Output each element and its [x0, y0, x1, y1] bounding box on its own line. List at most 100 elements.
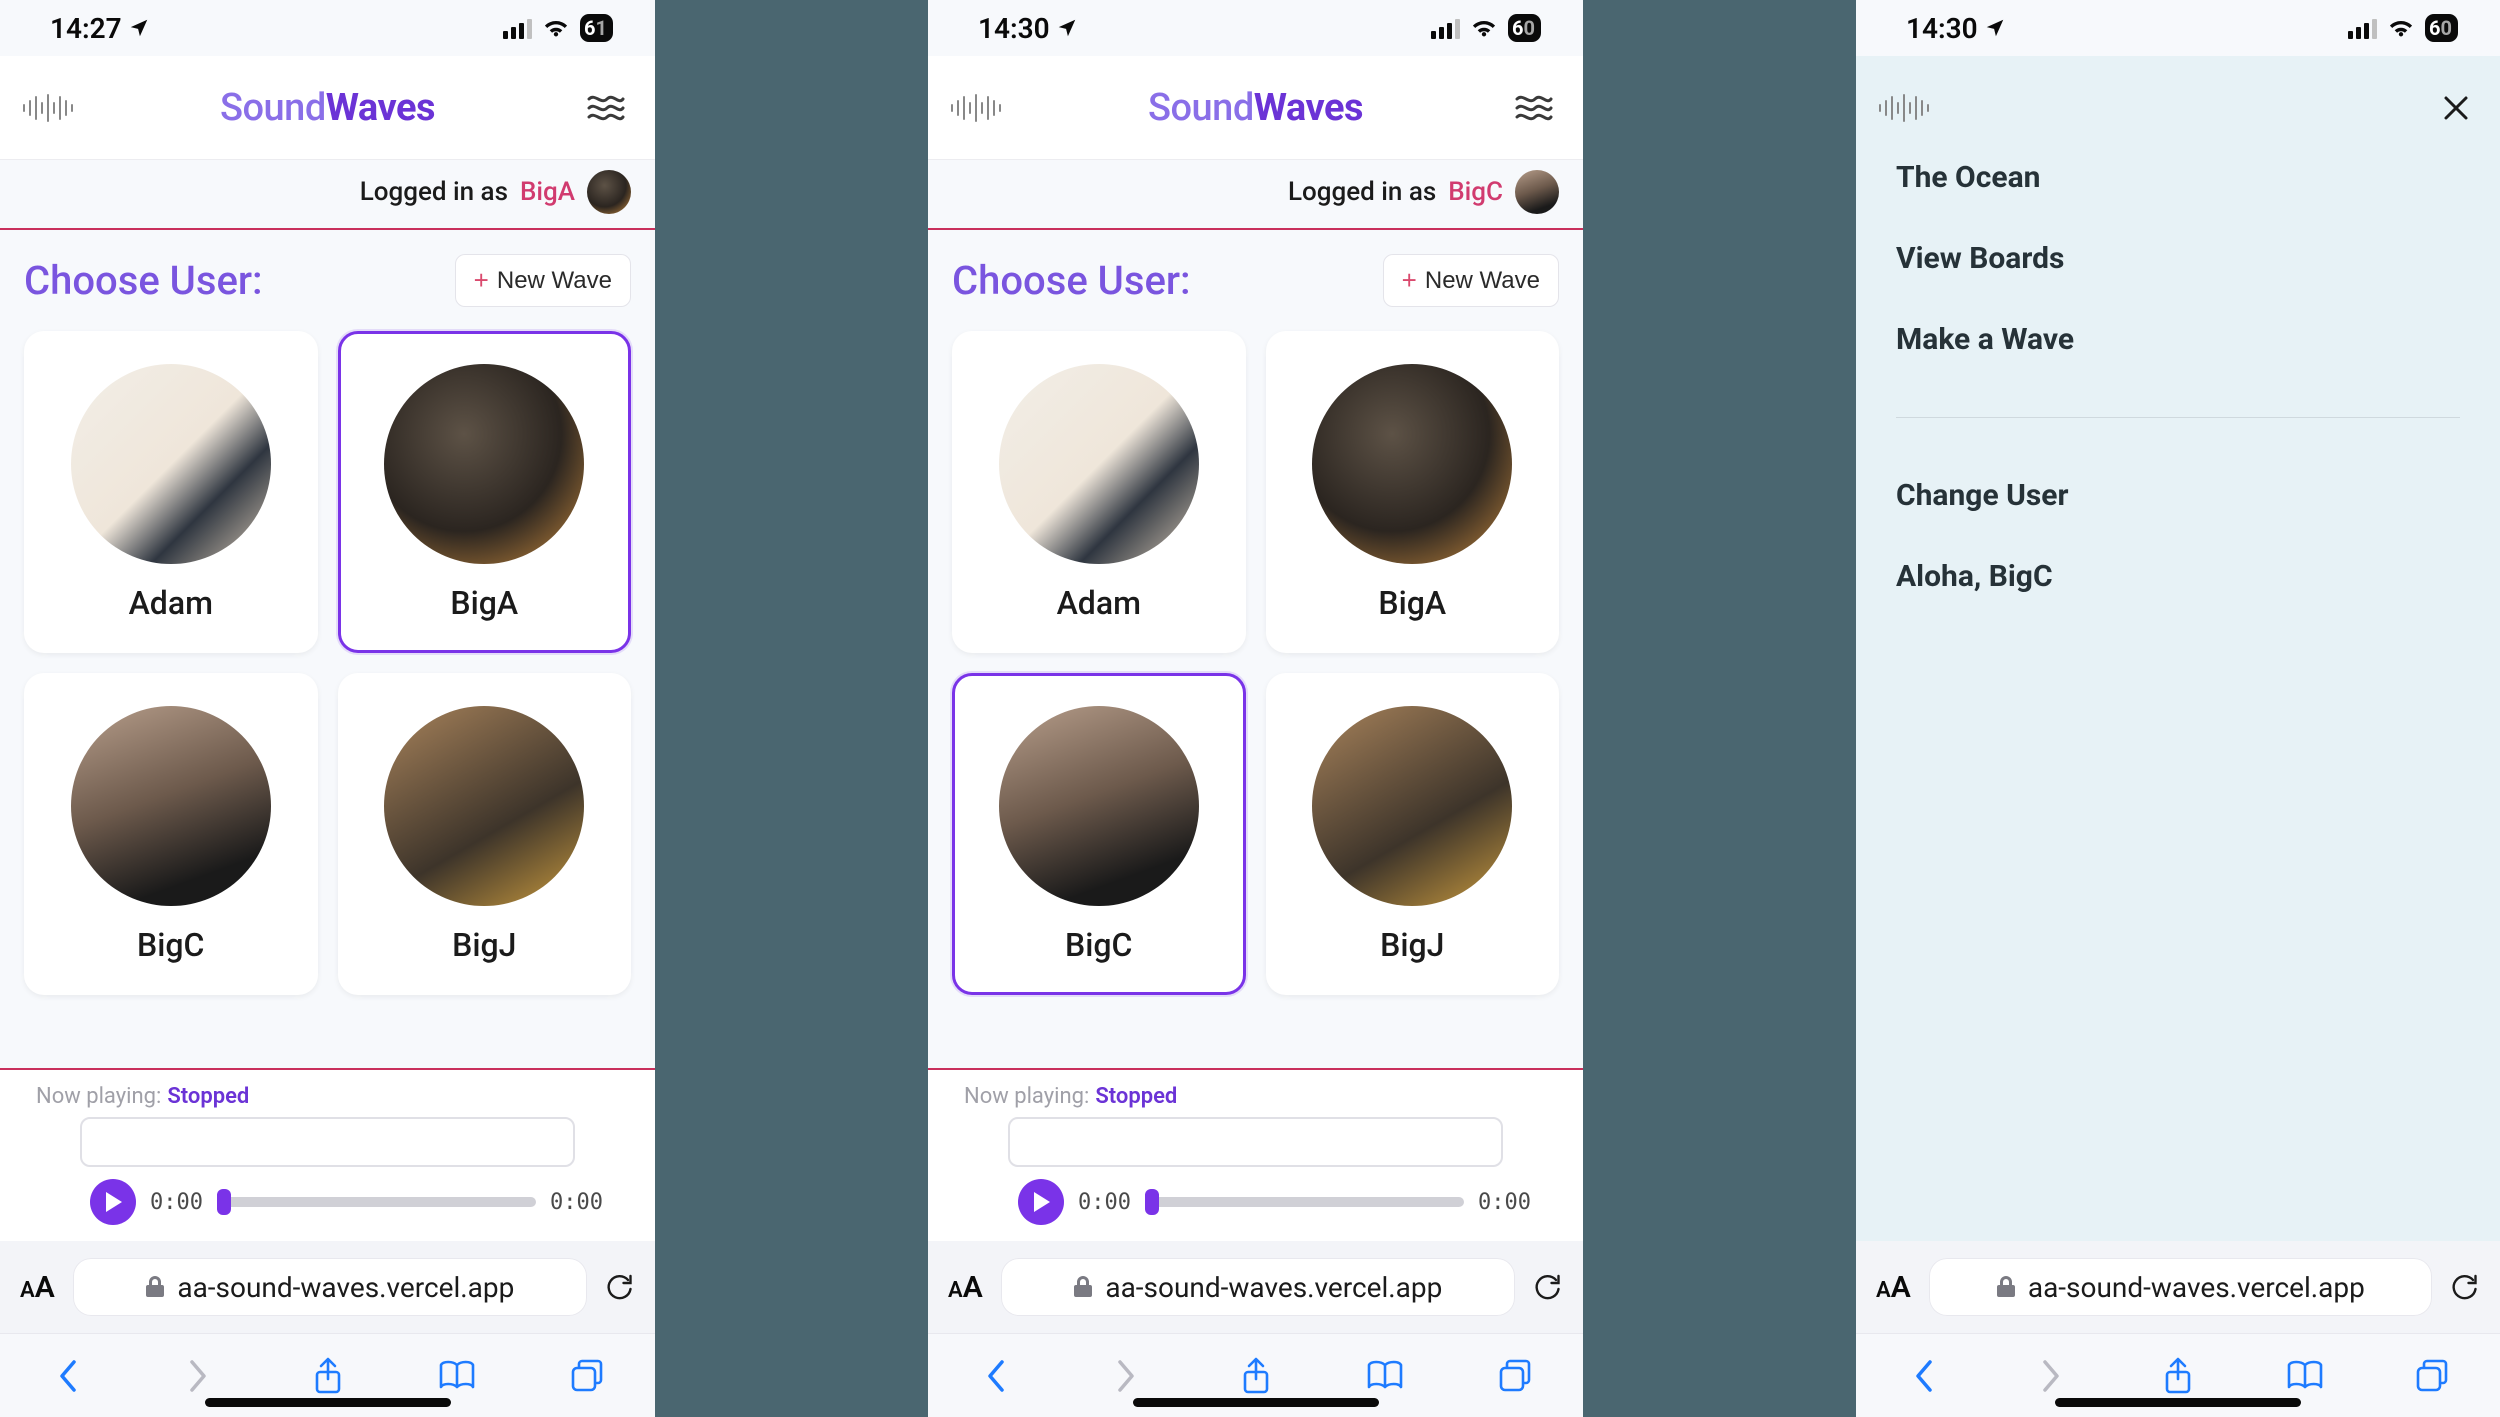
bookmarks-button[interactable]	[1363, 1354, 1407, 1398]
new-wave-button[interactable]: +New Wave	[1383, 254, 1559, 307]
tabs-button[interactable]	[2410, 1354, 2454, 1398]
back-button[interactable]	[46, 1354, 90, 1398]
avatar	[384, 364, 584, 564]
play-button[interactable]	[1018, 1179, 1064, 1225]
back-button[interactable]	[1902, 1354, 1946, 1398]
reload-button[interactable]	[1533, 1272, 1563, 1302]
wifi-icon	[1470, 18, 1498, 39]
home-indicator[interactable]	[1133, 1398, 1379, 1407]
url-text: aa-sound-waves.vercel.app	[2028, 1271, 2365, 1304]
soundwave-logo-icon	[948, 93, 1004, 123]
battery-pill: 60	[2425, 14, 2458, 42]
menu-separator	[1896, 417, 2460, 418]
avatar	[1312, 706, 1512, 906]
bookmarks-button[interactable]	[435, 1354, 479, 1398]
reload-button[interactable]	[2450, 1272, 2480, 1302]
avatar	[999, 706, 1199, 906]
avatar	[384, 706, 584, 906]
app-bar: SoundWaves	[928, 56, 1583, 160]
text-size-button[interactable]: AA	[948, 1270, 983, 1305]
choose-user-heading: Choose User:	[952, 257, 1191, 304]
new-wave-button[interactable]: +New Wave	[455, 254, 631, 307]
track-title-box	[80, 1117, 575, 1167]
user-name: BigA	[1378, 584, 1446, 622]
forward-button[interactable]	[1104, 1354, 1148, 1398]
text-size-button[interactable]: AA	[20, 1270, 55, 1305]
safari-url-bar: AA aa-sound-waves.vercel.app	[1856, 1241, 2500, 1333]
share-button[interactable]	[1234, 1354, 1278, 1398]
avatar	[1515, 170, 1559, 214]
plus-icon: +	[1402, 265, 1417, 296]
now-playing-state: Stopped	[167, 1084, 249, 1109]
back-button[interactable]	[974, 1354, 1018, 1398]
logged-in-row: Logged in as BigA	[0, 160, 655, 228]
menu-item-make-wave[interactable]: Make a Wave	[1896, 322, 2460, 357]
menu-item-ocean[interactable]: The Ocean	[1896, 160, 2460, 195]
url-field[interactable]: aa-sound-waves.vercel.app	[1001, 1258, 1515, 1316]
url-field[interactable]: aa-sound-waves.vercel.app	[73, 1258, 587, 1316]
user-card-biga[interactable]: BigA	[1266, 331, 1560, 653]
user-name: BigA	[450, 584, 518, 622]
user-card-bigc[interactable]: BigC	[952, 673, 1246, 995]
cellular-icon	[1431, 18, 1460, 39]
battery-pill: 61	[580, 14, 613, 42]
user-card-adam[interactable]: Adam	[952, 331, 1246, 653]
url-field[interactable]: aa-sound-waves.vercel.app	[1929, 1258, 2432, 1316]
cellular-icon	[2348, 18, 2377, 39]
bookmarks-button[interactable]	[2283, 1354, 2327, 1398]
user-card-biga[interactable]: BigA	[338, 331, 632, 653]
share-button[interactable]	[306, 1354, 350, 1398]
forward-button[interactable]	[2029, 1354, 2073, 1398]
user-card-bigj[interactable]: BigJ	[338, 673, 632, 995]
lock-icon	[145, 1275, 165, 1299]
brand-title: SoundWaves	[220, 86, 435, 130]
menu-item-boards[interactable]: View Boards	[1896, 241, 2460, 276]
tabs-button[interactable]	[565, 1354, 609, 1398]
safari-url-bar: AA aa-sound-waves.vercel.app	[0, 1241, 655, 1333]
user-card-bigc[interactable]: BigC	[24, 673, 318, 995]
logged-in-username: BigA	[520, 177, 575, 207]
user-name: BigJ	[452, 926, 516, 964]
menu-item-change-user[interactable]: Change User	[1896, 478, 2460, 513]
elapsed-time: 0:00	[1078, 1190, 1131, 1215]
lock-icon	[1073, 1275, 1093, 1299]
url-text: aa-sound-waves.vercel.app	[177, 1271, 514, 1304]
wifi-icon	[542, 18, 570, 39]
status-right: 60	[2348, 14, 2458, 42]
status-time: 14:27	[50, 12, 122, 45]
location-arrow-icon	[128, 17, 150, 39]
home-indicator[interactable]	[205, 1398, 451, 1407]
share-button[interactable]	[2156, 1354, 2200, 1398]
url-text: aa-sound-waves.vercel.app	[1105, 1271, 1442, 1304]
tabs-button[interactable]	[1493, 1354, 1537, 1398]
elapsed-time: 0:00	[150, 1190, 203, 1215]
app-bar: SoundWaves	[0, 56, 655, 160]
avatar	[71, 706, 271, 906]
text-size-button[interactable]: AA	[1876, 1270, 1911, 1305]
user-card-adam[interactable]: Adam	[24, 331, 318, 653]
play-button[interactable]	[90, 1179, 136, 1225]
location-arrow-icon	[1056, 17, 1078, 39]
user-card-bigj[interactable]: BigJ	[1266, 673, 1560, 995]
seek-slider[interactable]	[1145, 1197, 1464, 1207]
forward-button[interactable]	[176, 1354, 220, 1398]
soundwave-logo-icon	[1876, 93, 1932, 123]
ios-status-bar: 14:30 60	[928, 0, 1583, 56]
reload-button[interactable]	[605, 1272, 635, 1302]
menu-icon[interactable]	[587, 94, 625, 122]
logged-in-prefix: Logged in as	[1288, 177, 1436, 207]
user-name: Adam	[129, 584, 213, 622]
menu-icon[interactable]	[1515, 94, 1553, 122]
home-indicator[interactable]	[2055, 1398, 2301, 1407]
brand-title: SoundWaves	[1148, 86, 1363, 130]
user-name: BigC	[1065, 926, 1132, 964]
avatar	[999, 364, 1199, 564]
avatar	[587, 170, 631, 214]
close-icon[interactable]	[2442, 94, 2470, 122]
menu-item-aloha[interactable]: Aloha, BigC	[1896, 559, 2460, 594]
logged-in-prefix: Logged in as	[360, 177, 508, 207]
seek-slider[interactable]	[217, 1197, 536, 1207]
menu-panel: The Ocean View Boards Make a Wave Change…	[1856, 56, 2500, 1241]
status-time: 14:30	[978, 12, 1050, 45]
lock-icon	[1996, 1275, 2016, 1299]
